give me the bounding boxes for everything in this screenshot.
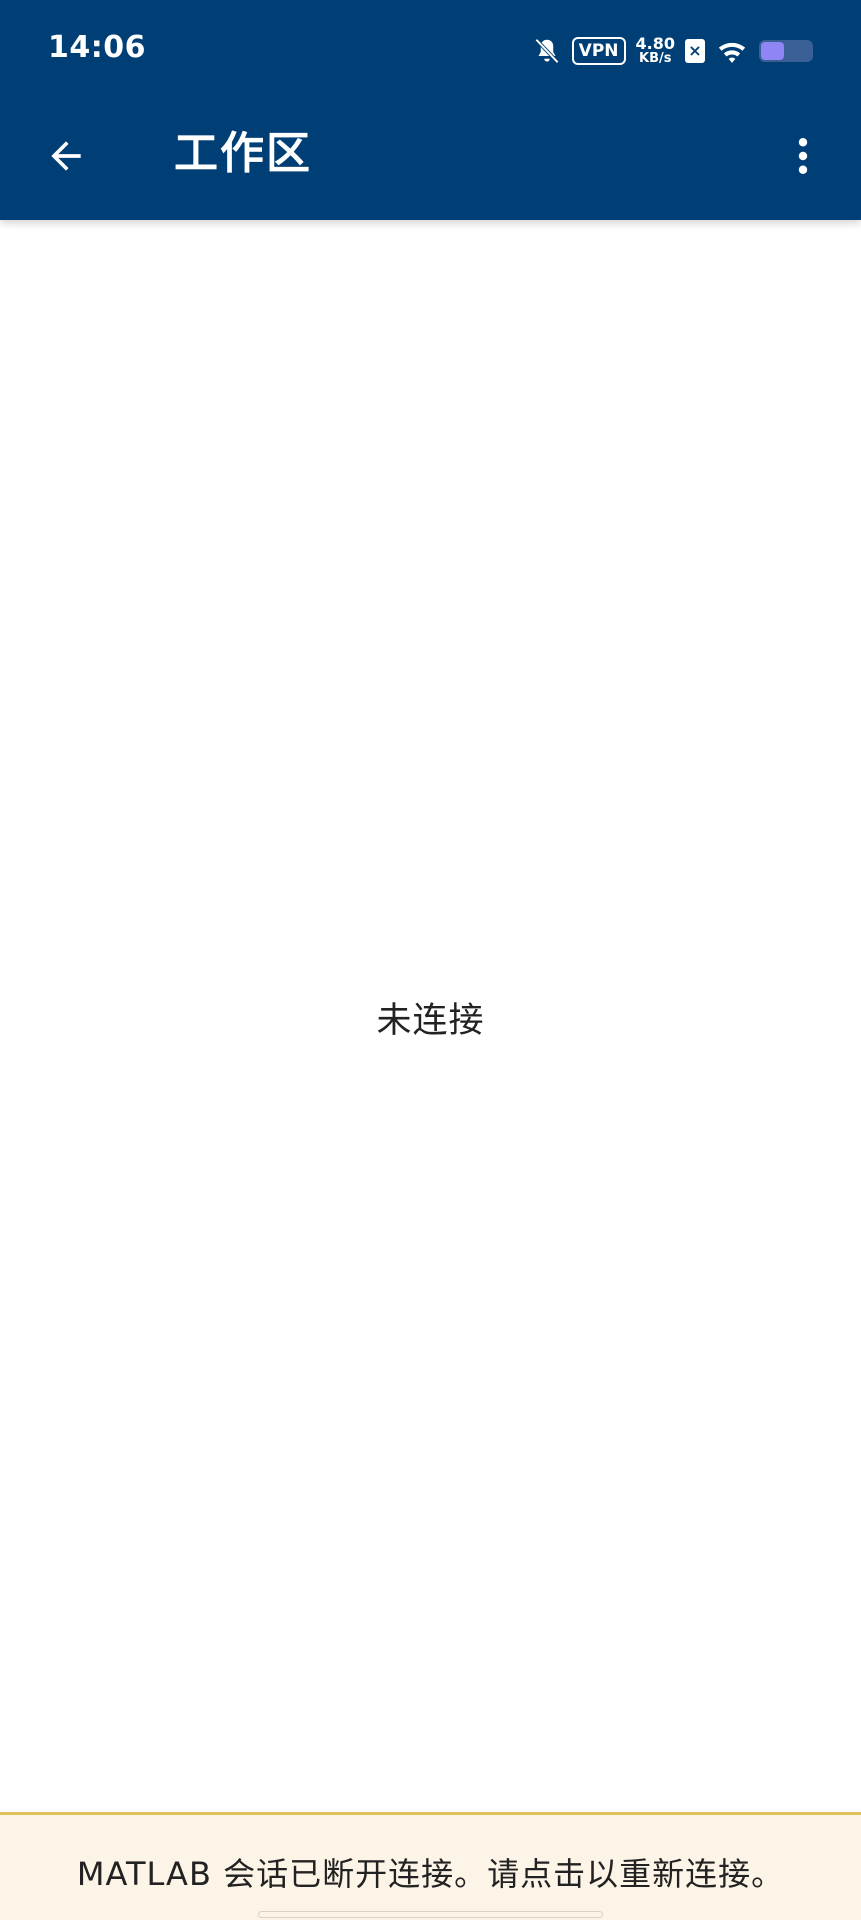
- status-bar: 14:06 VPN 4.80 KB/s ×: [0, 0, 861, 100]
- connection-status-text: 未连接: [376, 1001, 485, 1041]
- more-vertical-icon: [798, 138, 808, 174]
- app-bar: 14:06 VPN 4.80 KB/s × 工作区: [0, 0, 861, 220]
- status-time: 14:06: [48, 30, 146, 65]
- notifications-off-icon: [532, 35, 562, 67]
- network-speed: 4.80 KB/s: [635, 34, 675, 67]
- reconnect-banner-message: MATLAB 会话已断开连接。请点击以重新连接。: [76, 1855, 785, 1893]
- network-speed-unit: KB/s: [639, 51, 672, 66]
- home-indicator: [258, 1911, 603, 1918]
- network-speed-value: 4.80: [635, 34, 675, 53]
- back-button[interactable]: [34, 124, 98, 188]
- reconnect-banner[interactable]: MATLAB 会话已断开连接。请点击以重新连接。: [0, 1812, 861, 1920]
- wifi-icon: [715, 37, 749, 65]
- arrow-left-icon: [51, 141, 81, 171]
- workspace-content: 未连接: [0, 220, 861, 1812]
- sim-disabled-icon: ×: [685, 39, 705, 63]
- status-icons: VPN 4.80 KB/s ×: [532, 34, 813, 68]
- page-title: 工作区: [174, 128, 312, 179]
- battery-level: [761, 42, 784, 60]
- battery-icon: [759, 40, 813, 62]
- vpn-icon: VPN: [571, 37, 626, 65]
- more-options-button[interactable]: [771, 124, 835, 188]
- toolbar: 工作区: [0, 100, 861, 220]
